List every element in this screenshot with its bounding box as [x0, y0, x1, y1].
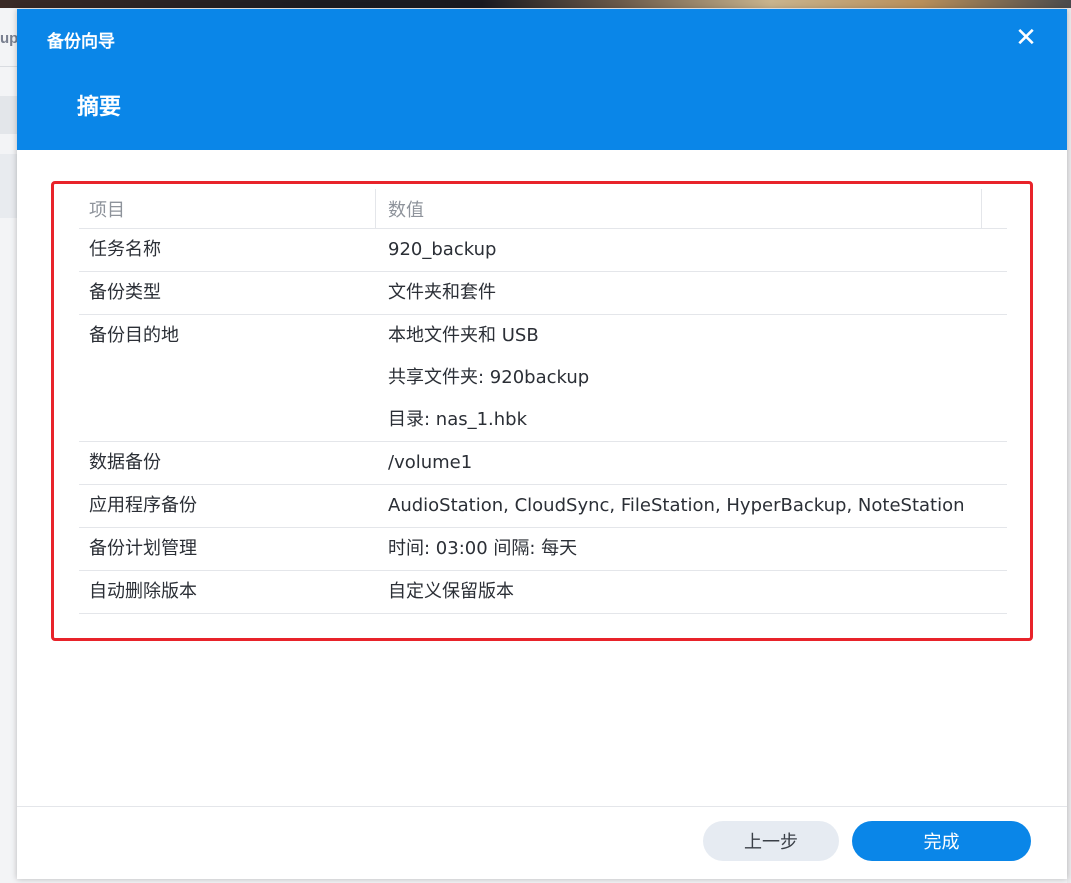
row-item-label: 备份目的地 [79, 315, 376, 441]
row-item-label: 任务名称 [79, 229, 376, 271]
table-row[interactable]: 备份类型 文件夹和套件 [79, 272, 1007, 315]
summary-table: 项目 数值 任务名称 920_backup 备份类型 文件夹和套件备份目的地 本地文件夹… [79, 188, 1007, 614]
row-value: 920_backup [376, 229, 1007, 271]
row-value: AudioStation, CloudSync, FileStation, Hy… [376, 485, 1007, 527]
table-row[interactable]: 应用程序备份 AudioStation, CloudSync, FileStati… [79, 485, 1007, 528]
row-item-text: 备份计划管理 [89, 538, 197, 559]
row-value-line: AudioStation, CloudSync, FileStation, Hy… [388, 495, 965, 516]
row-item-text: 数据备份 [89, 452, 161, 473]
step-title: 摘要 [77, 95, 122, 120]
back-button[interactable]: 上一步 [703, 821, 839, 861]
row-value-line: 时间: 03:00 间隔: 每天 [388, 538, 578, 559]
background-clipped-text: up [0, 30, 19, 47]
row-item-text: 备份类型 [89, 282, 161, 303]
row-value-line: 目录: nas_1.hbk [388, 409, 528, 430]
table-row[interactable]: 任务名称 920_backup [79, 229, 1007, 272]
row-value-line: /volume1 [388, 452, 473, 473]
table-row[interactable]: 备份目的地 本地文件夹和 USB 共享文件夹: 920backup 目录: nas_1… [79, 315, 1007, 442]
row-item-label: 自动删除版本 [79, 571, 376, 613]
table-row[interactable]: 备份计划管理 时间: 03:00 间隔: 每天 [79, 528, 1007, 571]
table-header: 项目 数值 [79, 188, 1007, 229]
column-header-spacer [982, 189, 1007, 229]
row-item-label: 备份计划管理 [79, 528, 376, 570]
background-sidebar-item [0, 154, 18, 218]
background-right-edge [1067, 8, 1071, 883]
row-value-line: 920_backup [388, 239, 497, 260]
row-value-line: 自定义保留版本 [388, 581, 514, 602]
table-row[interactable]: 数据备份/volume1 [79, 442, 1007, 485]
column-header-value[interactable]: 数值 [376, 188, 982, 229]
table-body: 任务名称 920_backup 备份类型 文件夹和套件备份目的地 本地文件夹和 USB 共… [79, 229, 1007, 614]
row-item-text: 应用程序备份 [89, 495, 197, 516]
row-value: /volume1 [376, 442, 1007, 484]
row-item-label: 数据备份 [79, 442, 376, 484]
row-value: 文件夹和套件 [376, 272, 1007, 314]
row-value: 时间: 03:00 间隔: 每天 [376, 528, 1007, 570]
dialog-footer: 上一步 完成 [17, 806, 1067, 879]
row-item-label: 备份类型 [79, 272, 376, 314]
row-item-text: 备份目的地 [89, 325, 179, 346]
backup-wizard-dialog: 备份向导 ✕ 摘要 项目 数值 任务名称 920_backup 备份类型 文件夹和套件… [17, 9, 1067, 879]
finish-button[interactable]: 完成 [852, 821, 1031, 861]
background-sidebar-item [0, 96, 18, 134]
window-title: 备份向导 [47, 32, 115, 52]
row-item-text: 自动删除版本 [89, 581, 197, 602]
row-value: 本地文件夹和 USB 共享文件夹: 920backup 目录: nas_1.hbk [376, 315, 1007, 441]
row-value-line: 文件夹和套件 [388, 282, 496, 303]
column-header-item[interactable]: 项目 [79, 188, 376, 229]
dialog-header: 备份向导 ✕ 摘要 [17, 9, 1067, 150]
row-item-label: 应用程序备份 [79, 485, 376, 527]
table-row[interactable]: 自动删除版本 自定义保留版本 [79, 571, 1007, 614]
close-icon[interactable]: ✕ [1013, 25, 1039, 51]
row-value-line: 本地文件夹和 USB [388, 325, 539, 346]
row-value-line: 共享文件夹: 920backup [388, 367, 590, 388]
row-item-text: 任务名称 [89, 239, 161, 260]
row-value: 自定义保留版本 [376, 571, 1007, 613]
